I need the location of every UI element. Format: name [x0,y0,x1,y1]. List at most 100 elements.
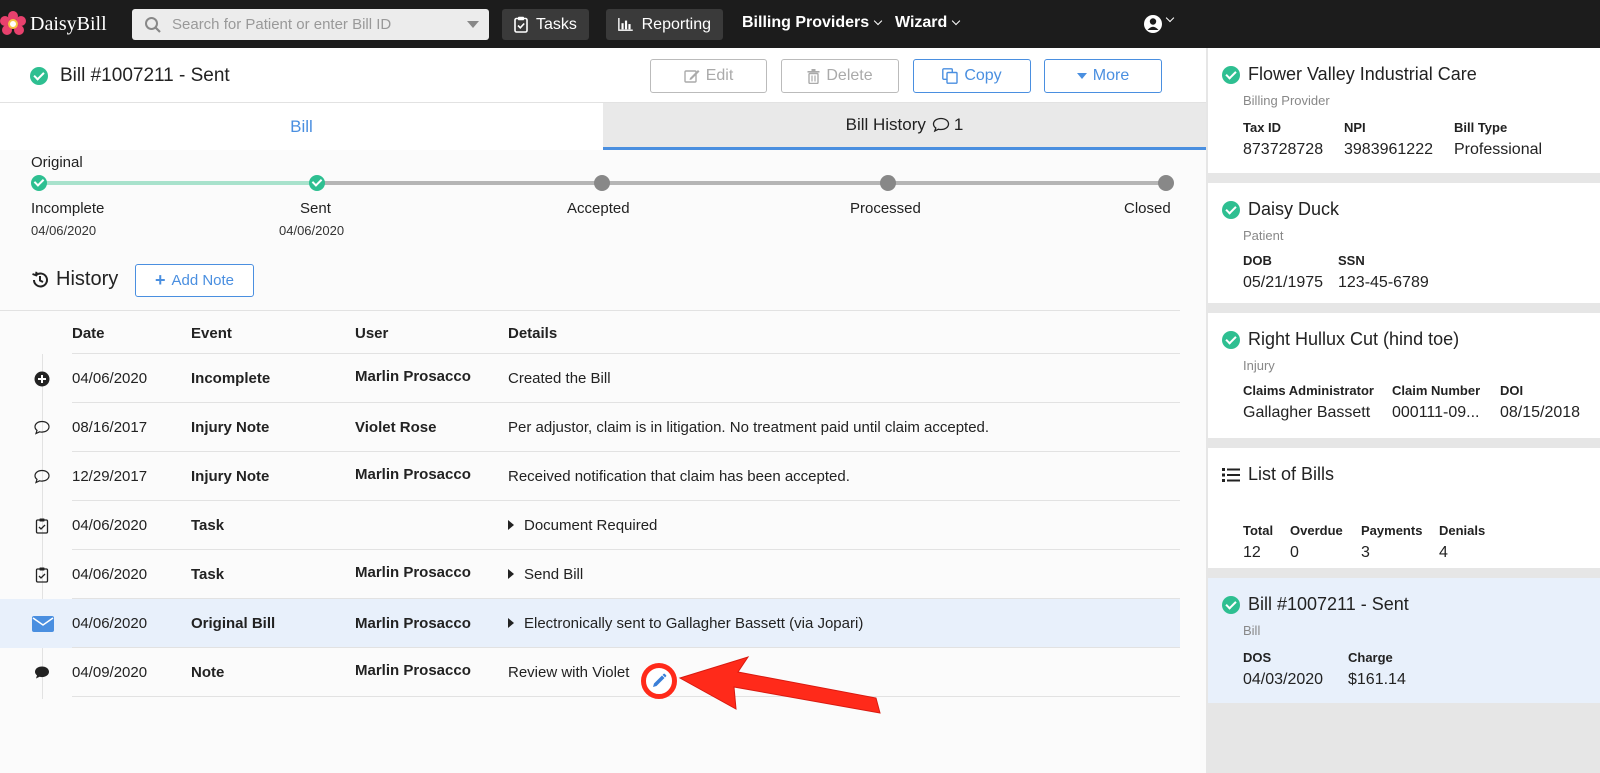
annotation-arrow-icon [678,656,881,714]
chevron-down-icon [1165,11,1175,29]
stage-sent-done-icon [309,175,325,191]
caret-right-icon [508,618,514,628]
daisybill-logo[interactable]: DaisyBill [0,10,107,38]
history-event: Original Bill [191,615,276,632]
bill-tabs: Bill Bill History 1 [0,103,1206,150]
task-icon [35,567,49,583]
field-label: Total [1243,523,1274,538]
billing-providers-label: Billing Providers [742,14,870,31]
delete-button[interactable]: Delete [781,59,899,93]
list-of-bills-card[interactable]: List of Bills Total 12 Overdue 0 Payment… [1208,448,1600,568]
history-user: Marlin Prosacco [355,466,471,483]
history-row: 04/06/2020 Task Marlin Prosacco Send Bil… [0,550,1180,599]
billing-provider-card[interactable]: Flower Valley Industrial Care Billing Pr… [1208,48,1600,173]
card-title: Daisy Duck [1222,199,1339,220]
field-value: 0 [1290,544,1299,561]
patient-search-input[interactable]: Search for Patient or enter Bill ID [132,9,489,40]
wizard-label: Wizard [895,14,948,31]
reporting-button[interactable]: Reporting [606,9,723,40]
plus-icon: + [154,270,166,290]
history-user: Marlin Prosacco [355,662,471,679]
history-user: Marlin Prosacco [355,368,471,385]
history-row-selected: 04/06/2020 Original Bill Marlin Prosacco… [0,599,1180,648]
current-bill-card[interactable]: Bill #1007211 - Sent Bill DOS 04/03/2020… [1208,578,1600,703]
history-details: Electronically sent to Gallagher Bassett… [524,615,864,632]
history-table-header: Date Event User Details [0,310,1180,354]
field-label: Claim Number [1392,383,1481,398]
column-header-details: Details [508,325,558,342]
copy-icon [942,68,959,84]
history-event: Note [191,664,225,681]
billing-providers-menu[interactable]: Billing Providers [742,14,883,32]
tab-bill-history[interactable]: Bill History 1 [603,103,1206,150]
check-circle-icon [1222,330,1240,349]
field-value: 08/15/2018 [1500,404,1581,421]
history-user: Violet Rose [355,419,437,436]
history-user: Marlin Prosacco [355,615,471,632]
field-label: DOI [1500,383,1524,398]
top-navbar: DaisyBill Search for Patient or enter Bi… [0,0,1600,48]
chevron-down-icon [952,16,961,26]
injury-card[interactable]: Right Hullux Cut (hind toe) Injury Claim… [1208,313,1600,438]
history-event: Incomplete [191,370,271,387]
history-event: Task [191,517,225,534]
card-subtitle: Billing Provider [1243,93,1330,108]
edit-note-button[interactable] [641,663,677,699]
tab-bill[interactable]: Bill [0,103,603,150]
history-date: 04/06/2020 [72,517,148,534]
history-row: 04/06/2020 Incomplete Marlin Prosacco Cr… [0,354,1180,403]
stage-date: 04/06/2020 [279,223,345,238]
user-account-menu[interactable] [1143,11,1175,34]
bill-version-label: Original [31,154,83,171]
field-label: Payments [1361,523,1423,538]
history-date: 04/09/2020 [72,664,148,681]
field-label: Charge [1348,650,1393,665]
stage-name: Closed [1124,200,1171,217]
search-dropdown-caret-icon[interactable] [467,21,479,28]
history-details: Created the Bill [508,370,611,387]
daisy-flower-icon [0,11,26,37]
clipboard-check-icon [514,16,528,33]
field-label: DOB [1243,253,1272,268]
caret-right-icon [508,520,514,530]
field-value: 3983961222 [1344,141,1433,158]
field-value: 000111-09... [1392,404,1480,421]
add-note-button[interactable]: + Add Note [135,264,254,297]
patient-name: Daisy Duck [1248,199,1340,219]
field-label: Denials [1439,523,1486,538]
chevron-down-icon [873,16,883,26]
card-subtitle: Patient [1243,228,1284,243]
check-circle-icon [1222,65,1240,84]
user-circle-icon [1144,15,1162,33]
wizard-menu[interactable]: Wizard [895,14,961,32]
bill-main-panel: Bill #1007211 - Sent Edit Delete Copy Mo… [0,48,1206,773]
copy-button[interactable]: Copy [913,59,1031,93]
field-value: 04/03/2020 [1243,671,1324,688]
history-details: Per adjustor, claim is in litigation. No… [508,419,990,436]
check-circle-icon [1222,200,1240,219]
tab-bill-label: Bill [290,116,313,136]
history-details-toggle[interactable]: Document Required [508,517,657,534]
field-value: 12 [1243,544,1261,561]
history-details-toggle[interactable]: Electronically sent to Gallagher Bassett… [508,615,863,632]
bill-title-text: Bill #1007211 - Sent [60,65,230,86]
comment-icon [34,420,50,435]
stage-name: Incomplete [31,200,105,217]
context-sidebar: Flower Valley Industrial Care Billing Pr… [1206,48,1600,773]
field-value: 873728728 [1243,141,1324,158]
history-details: Review with Violet [508,664,630,681]
history-date: 04/06/2020 [72,566,148,583]
field-value: 123-45-6789 [1338,274,1429,291]
column-header-date: Date [72,325,105,342]
patient-card[interactable]: Daisy Duck Patient DOB 05/21/1975 SSN 12… [1208,183,1600,303]
progress-track-pending [316,181,1164,185]
caret-down-icon [1076,73,1087,79]
history-comment-count: 1 [953,115,964,134]
edit-button[interactable]: Edit [650,59,767,93]
history-event: Injury Note [191,419,270,436]
tasks-button[interactable]: Tasks [502,9,589,40]
history-details-toggle[interactable]: Send Bill [508,566,583,583]
more-label: More [1092,67,1130,84]
more-button[interactable]: More [1044,59,1162,93]
history-row: 04/06/2020 Task Document Required [0,501,1180,550]
